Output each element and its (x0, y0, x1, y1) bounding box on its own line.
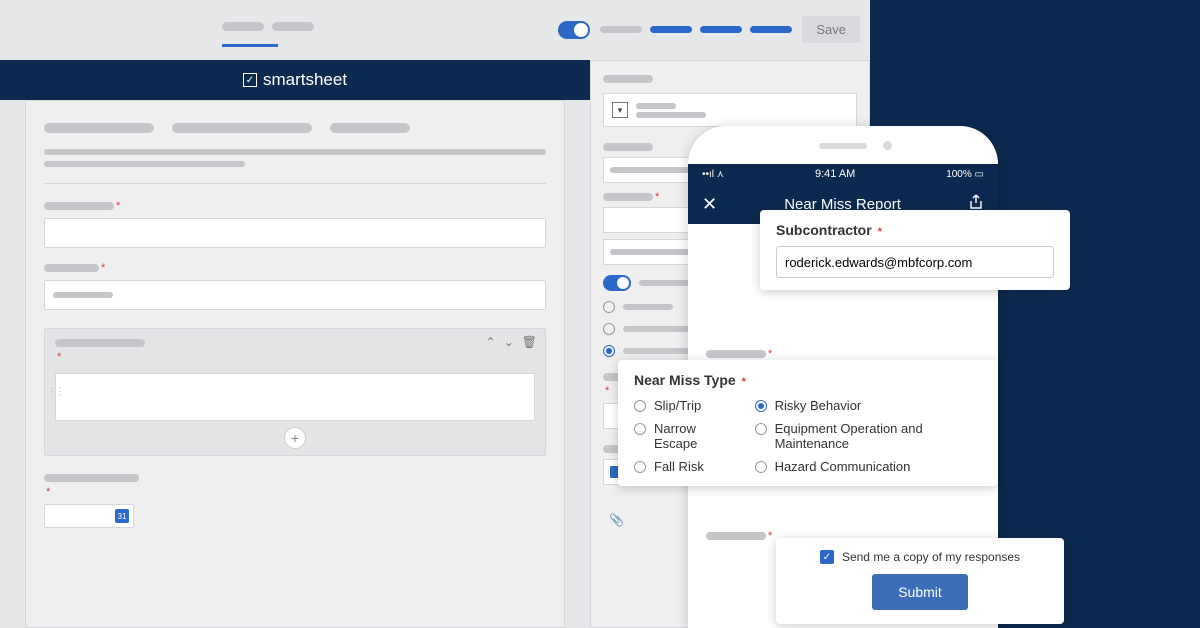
paperclip-icon: 📎 (609, 513, 624, 527)
radio-label: Risky Behavior (775, 398, 862, 413)
subcontractor-input[interactable] (776, 246, 1054, 278)
radio-label: Hazard Communication (775, 459, 911, 474)
radio-icon[interactable] (755, 461, 767, 473)
near-miss-type-card: Near Miss Type * Slip/Trip Narrow Escape F… (618, 360, 998, 486)
tab-indicator (222, 44, 278, 47)
radio-option-selected[interactable] (603, 345, 615, 357)
move-up-icon[interactable]: ⌃ (486, 335, 496, 349)
radio-label: Narrow Escape (654, 421, 735, 451)
close-icon[interactable]: ✕ (702, 194, 717, 215)
radio-option[interactable] (603, 301, 615, 313)
field-block-1[interactable]: * (44, 200, 546, 248)
signal-icon: ••ıl ⋏ (702, 169, 724, 180)
field-block-2[interactable]: * (44, 262, 546, 310)
brand-header: ✓ smartsheet (0, 60, 590, 100)
copy-responses-label: Send me a copy of my responses (842, 550, 1020, 564)
phone-camera (883, 141, 892, 150)
form-title-placeholders (44, 123, 546, 133)
required-asterisk: * (878, 226, 882, 238)
subcontractor-label: Subcontractor (776, 222, 872, 238)
progress-steps (600, 26, 792, 33)
textarea-input[interactable] (55, 373, 535, 421)
radio-icon[interactable] (634, 423, 646, 435)
radio-option[interactable]: Narrow Escape (634, 421, 735, 451)
top-tabs (222, 22, 314, 31)
radio-selected-icon[interactable] (755, 400, 767, 412)
phone-status-bar: ••ıl ⋏ 9:41 AM 100% ▭ (688, 164, 998, 184)
calendar-icon[interactable]: 31 (115, 509, 129, 523)
radio-label: Slip/Trip (654, 398, 701, 413)
step-1 (600, 26, 642, 33)
required-asterisk: * (116, 200, 120, 212)
radio-label: Fall Risk (654, 459, 704, 474)
brand-logo-icon: ✓ (243, 73, 257, 87)
description-line (44, 149, 546, 155)
tab-placeholder[interactable] (222, 22, 264, 31)
top-toolbar: Save (0, 0, 870, 60)
radio-option[interactable]: Slip/Trip (634, 398, 735, 413)
delete-icon[interactable]: 🗑 (522, 335, 537, 349)
date-input[interactable]: 31 (44, 504, 134, 528)
step-4 (750, 26, 792, 33)
toggle-switch[interactable] (603, 275, 631, 291)
brand-name: smartsheet (263, 70, 347, 90)
submit-card: ✓ Send me a copy of my responses Submit (776, 538, 1064, 624)
radio-icon[interactable] (755, 423, 767, 435)
text-input[interactable] (44, 218, 546, 248)
field-editor-block[interactable]: ⋮⋮ ⌃ ⌄ 🗑 * + (44, 328, 546, 456)
radio-option[interactable]: Hazard Communication (755, 459, 982, 474)
subcontractor-card: Subcontractor * (760, 210, 1070, 290)
radio-icon[interactable] (634, 461, 646, 473)
radio-icon[interactable] (634, 400, 646, 412)
dropdown-icon: ▾ (612, 102, 628, 118)
radio-option[interactable] (603, 323, 615, 335)
radio-option[interactable]: Fall Risk (634, 459, 735, 474)
step-2 (650, 26, 692, 33)
phone-time: 9:41 AM (815, 168, 855, 180)
radio-option[interactable]: Equipment Operation and Maintenance (755, 421, 982, 451)
checkbox-checked-icon[interactable]: ✓ (820, 550, 834, 564)
drag-handle-icon[interactable]: ⋮⋮ (47, 387, 63, 398)
submit-button[interactable]: Submit (872, 574, 968, 610)
top-right-controls: Save (558, 16, 860, 43)
radio-label: Equipment Operation and Maintenance (775, 421, 982, 451)
divider (44, 183, 546, 184)
required-asterisk: * (101, 262, 105, 274)
text-input[interactable] (44, 280, 546, 310)
copy-responses-row[interactable]: ✓ Send me a copy of my responses (790, 550, 1050, 564)
move-down-icon[interactable]: ⌄ (504, 335, 514, 349)
phone-battery: 100% (946, 169, 972, 180)
step-3 (700, 26, 742, 33)
phone-speaker (819, 143, 867, 149)
toggle-switch[interactable] (558, 21, 590, 39)
save-button[interactable]: Save (802, 16, 860, 43)
radio-option[interactable]: Risky Behavior (755, 398, 982, 413)
required-asterisk: * (742, 376, 746, 388)
form-builder-panel: * * ⋮⋮ ⌃ ⌄ 🗑 * + * 31 (25, 100, 565, 628)
add-field-button[interactable]: + (284, 427, 306, 449)
required-asterisk: * (57, 351, 61, 363)
tab-placeholder[interactable] (272, 22, 314, 31)
field-controls: ⌃ ⌄ 🗑 (486, 335, 537, 349)
near-miss-type-label: Near Miss Type (634, 372, 736, 388)
required-asterisk: * (46, 486, 50, 498)
field-type-select[interactable]: ▾ (603, 93, 857, 127)
description-line (44, 161, 245, 167)
